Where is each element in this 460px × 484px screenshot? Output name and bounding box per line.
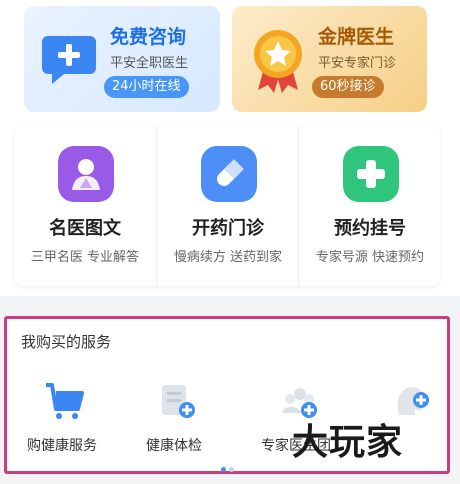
medical-cross-icon [343,146,399,202]
card-title: 金牌医生 [318,26,395,48]
gold-doctor-card[interactable]: 金牌医生 平安专家门诊 60秒接诊 [232,6,427,112]
service-subtitle: 三甲名医 专业解答 [30,250,140,265]
checkup-icon [162,385,195,418]
section-title: 我购买的服务 [21,333,112,351]
service-title: 预约挂号 [334,218,406,239]
service-famous-doctor[interactable]: 名医图文 三甲名医 专业解答 [14,126,156,286]
service-appointment[interactable]: 预约挂号 专家号源 快速预约 [298,126,440,286]
service-title: 名医图文 [49,218,121,239]
pill-capsule-icon [201,146,257,202]
card-pill: 24小时在线 [104,76,189,98]
service-title: 开药门诊 [192,218,264,239]
card-pill: 60秒接诊 [312,76,384,98]
free-consult-card[interactable]: 免费咨询 平安全职医生 24小时在线 [24,6,220,112]
carousel-dot [221,467,226,472]
medal-star-icon [254,30,302,93]
card-subtitle: 平安全职医生 [110,56,189,71]
cart-icon [46,383,84,419]
services-panel: 名医图文 三甲名医 专业解答 开药门诊 慢病续方 送药到家 预约挂号 专家号源 … [14,126,440,286]
purchased-item-buy-health[interactable]: 购健康服务 [7,371,117,461]
carousel-dot [229,467,234,472]
item-label: 健康体检 [146,438,202,454]
service-subtitle: 慢病续方 送药到家 [173,250,283,265]
item-label: 购健康服务 [27,438,97,454]
carousel-dots [221,457,237,476]
chat-plus-icon [42,36,96,84]
doctor-portrait-icon [58,146,114,202]
top-area: 免费咨询 平安全职医生 24小时在线 金牌医生 平安专家门诊 60秒接诊 名医图… [0,0,460,296]
service-prescription[interactable]: 开药门诊 慢病续方 送药到家 [156,126,298,286]
purchased-item-checkup[interactable]: 健康体检 [119,371,229,461]
service-subtitle: 专家号源 快速预约 [315,250,425,265]
card-subtitle: 平安专家门诊 [318,56,397,71]
card-title: 免费咨询 [110,26,187,48]
watermark-logo: 大玩家 [292,422,404,463]
